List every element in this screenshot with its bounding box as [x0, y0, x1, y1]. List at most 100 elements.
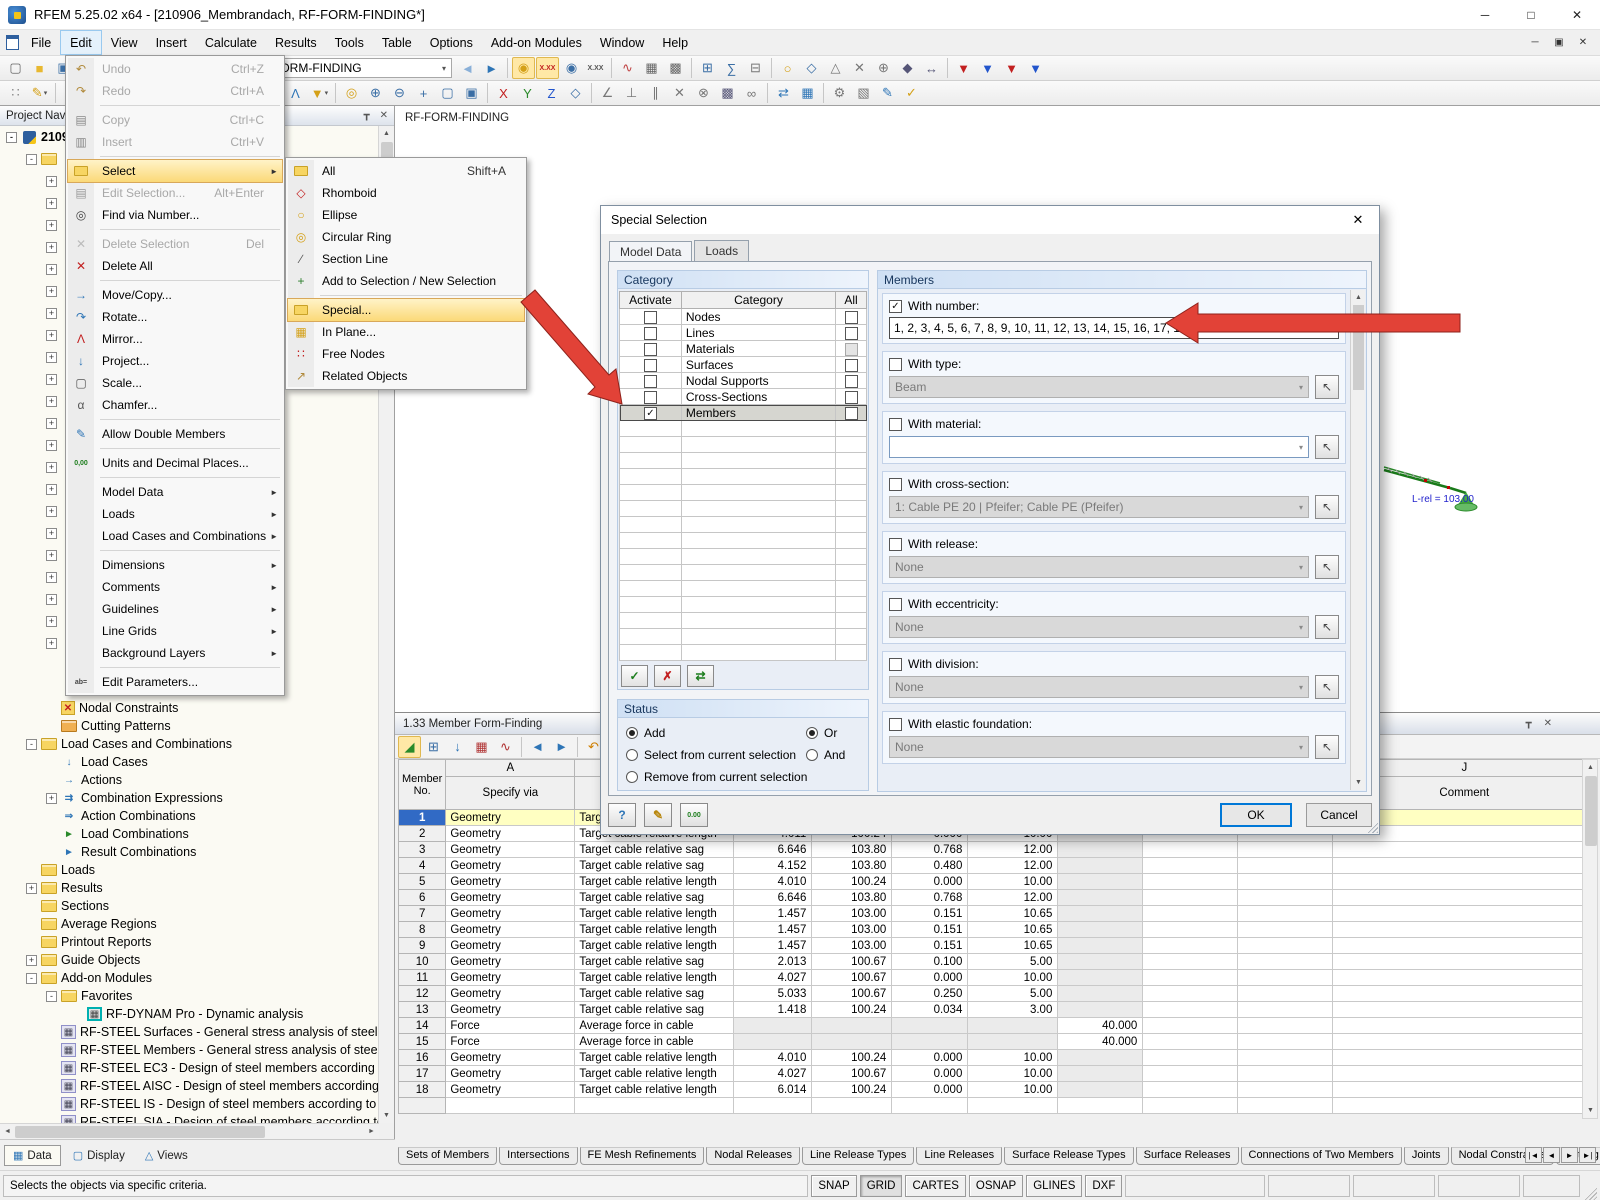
last-table-tab-button[interactable]: ►|	[1579, 1147, 1596, 1163]
display-options-icon[interactable]: ▧	[852, 82, 875, 104]
tree-expander[interactable]	[46, 1063, 57, 1074]
table-row[interactable]: 15 Force Average force in cable 40.000	[399, 1034, 1596, 1050]
tree-item[interactable]: Cutting Patterns	[0, 717, 379, 735]
fit-view-icon[interactable]: ▣	[460, 82, 483, 104]
tree-expander[interactable]: +	[46, 616, 57, 627]
criterion-checkbox[interactable]	[889, 658, 902, 671]
tree-item[interactable]: ▦ RF-STEEL IS - Design of steel members …	[0, 1095, 379, 1113]
category-row[interactable]: Surfaces	[620, 357, 867, 373]
loads-item[interactable]: Loads ►	[68, 503, 282, 525]
isometric-view-icon[interactable]: ◇	[564, 82, 587, 104]
select-rhomboid-item[interactable]: ◇ Rhomboid	[288, 182, 524, 204]
tree-item[interactable]: Loads	[0, 861, 379, 879]
scroll-up-icon[interactable]: ▲	[379, 126, 394, 141]
tree-expander[interactable]: +	[46, 638, 57, 649]
tree-expander[interactable]	[26, 937, 37, 948]
tree-expander[interactable]: -	[46, 991, 57, 1002]
menu-bar-item[interactable]: Tools	[326, 30, 373, 55]
logic-radio-option[interactable]: And	[806, 744, 845, 766]
select-section-line-item[interactable]: ∕ Section Line	[288, 248, 524, 270]
tree-expander[interactable]: +	[46, 440, 57, 451]
add-tool-icon[interactable]: ⊕	[872, 57, 895, 79]
select-circular-ring-item[interactable]: ◎ Circular Ring	[288, 226, 524, 248]
combo-dropdown-icon[interactable]: ▾	[1299, 383, 1303, 392]
tree-item[interactable]: ► Result Combinations	[0, 843, 379, 861]
find-via-number-item[interactable]: ◎ Find via Number...	[68, 204, 282, 226]
close-button[interactable]: ✕	[1554, 0, 1600, 30]
table-row[interactable]: 4 Geometry Target cable relative sag 4.1…	[399, 858, 1596, 874]
scroll-up-icon[interactable]: ▲	[1351, 290, 1366, 305]
menu-bar-item[interactable]: Window	[591, 30, 653, 55]
mdi-restore-button[interactable]: ▣	[1548, 33, 1570, 53]
table-tab[interactable]: Sets of Members	[398, 1147, 497, 1165]
criterion-checkbox[interactable]: ✓	[889, 300, 902, 313]
tree-expander[interactable]: +	[46, 242, 57, 253]
chamfer-item[interactable]: α Chamfer...	[68, 394, 282, 416]
tree-item[interactable]: Average Regions	[0, 915, 379, 933]
tree-expander[interactable]: +	[46, 198, 57, 209]
tree-expander[interactable]: +	[46, 418, 57, 429]
criterion-checkbox[interactable]	[889, 358, 902, 371]
activate-checkbox[interactable]	[644, 327, 657, 340]
column-header[interactable]: Specify via	[446, 777, 575, 810]
open-project-icon[interactable]: ■	[28, 57, 51, 79]
project-item[interactable]: ↓ Project...	[68, 350, 282, 372]
combo-dropdown-icon[interactable]: ▾	[442, 64, 446, 73]
zoom-in-icon[interactable]: ⊕	[364, 82, 387, 104]
tree-expander[interactable]: +	[46, 484, 57, 495]
activate-checkbox[interactable]	[644, 343, 657, 356]
scrollbar-thumb[interactable]	[15, 1126, 265, 1138]
tree-item[interactable]: + ⇉ Combination Expressions	[0, 789, 379, 807]
mdi-close-button[interactable]: ✕	[1572, 33, 1594, 53]
tree-expander[interactable]: +	[46, 528, 57, 539]
table-row[interactable]: 7 Geometry Target cable relative length …	[399, 906, 1596, 922]
redo-item[interactable]: ↷ Redo Ctrl+A	[68, 80, 282, 102]
tree-expander[interactable]	[46, 1081, 57, 1092]
parallel-icon[interactable]: ∥	[644, 82, 667, 104]
radio-button[interactable]	[806, 727, 818, 739]
menu-bar-item[interactable]: View	[102, 30, 147, 55]
table-row[interactable]: 17 Geometry Target cable relative length…	[399, 1066, 1596, 1082]
snap-toggle-button[interactable]: CARTES	[905, 1175, 965, 1197]
menu-bar-item[interactable]: Table	[373, 30, 421, 55]
export-blue-icon[interactable]: ▼	[976, 57, 999, 79]
category-row[interactable]: Materials	[620, 341, 867, 357]
tree-item[interactable]: - Add-on Modules	[0, 969, 379, 987]
all-checkbox[interactable]	[845, 391, 858, 404]
tree-expander[interactable]: +	[46, 506, 57, 517]
criterion-combobox[interactable]: Beam ▾	[889, 376, 1309, 398]
category-row[interactable]: ✓ Members	[620, 405, 867, 421]
tree-expander[interactable]	[46, 811, 57, 822]
column-group-header[interactable]: A	[446, 760, 575, 777]
rotate-item[interactable]: ↷ Rotate...	[68, 306, 282, 328]
menu-bar-item[interactable]: Results	[266, 30, 326, 55]
tree-item[interactable]: ⇒ Action Combinations	[0, 807, 379, 825]
tree-item[interactable]: ▦ RF-DYNAM Pro - Dynamic analysis	[0, 1005, 379, 1023]
tree-item[interactable]: Sections	[0, 897, 379, 915]
tree-item[interactable]: ↓ Load Cases	[0, 753, 379, 771]
delete-tool-icon[interactable]: ✕	[668, 82, 691, 104]
scrollbar-thumb[interactable]	[1585, 776, 1597, 846]
tree-expander[interactable]: +	[46, 330, 57, 341]
y-axis-icon[interactable]: Y	[516, 82, 539, 104]
drag-table-icon[interactable]: ⇄	[772, 82, 795, 104]
table-row[interactable]: 9 Geometry Target cable relative length …	[399, 938, 1596, 954]
snap-toggle-button[interactable]: GLINES	[1026, 1175, 1082, 1197]
render-icon[interactable]: ▩	[716, 82, 739, 104]
tree-expander[interactable]: +	[46, 308, 57, 319]
table-row[interactable]: 18 Geometry Target cable relative length…	[399, 1082, 1596, 1098]
new-document-icon[interactable]: ▢	[4, 57, 27, 79]
connect-icon[interactable]: ∞	[740, 82, 763, 104]
combo-dropdown-icon[interactable]: ▾	[1299, 743, 1303, 752]
import-blue-icon[interactable]: ▼	[1024, 57, 1047, 79]
tree-item[interactable]: - Load Cases and Combinations	[0, 735, 379, 753]
select-ellipse-item[interactable]: ○ Ellipse	[288, 204, 524, 226]
tree-expander[interactable]	[46, 829, 57, 840]
radio-button[interactable]	[626, 771, 638, 783]
mirror-item[interactable]: Λ Mirror...	[68, 328, 282, 350]
tree-expander[interactable]	[72, 1009, 83, 1020]
criterion-combobox[interactable]: None ▾	[889, 676, 1309, 698]
category-row[interactable]: Cross-Sections	[620, 389, 867, 405]
angle-icon[interactable]: ∠	[596, 82, 619, 104]
pan-icon[interactable]: +	[412, 82, 435, 104]
